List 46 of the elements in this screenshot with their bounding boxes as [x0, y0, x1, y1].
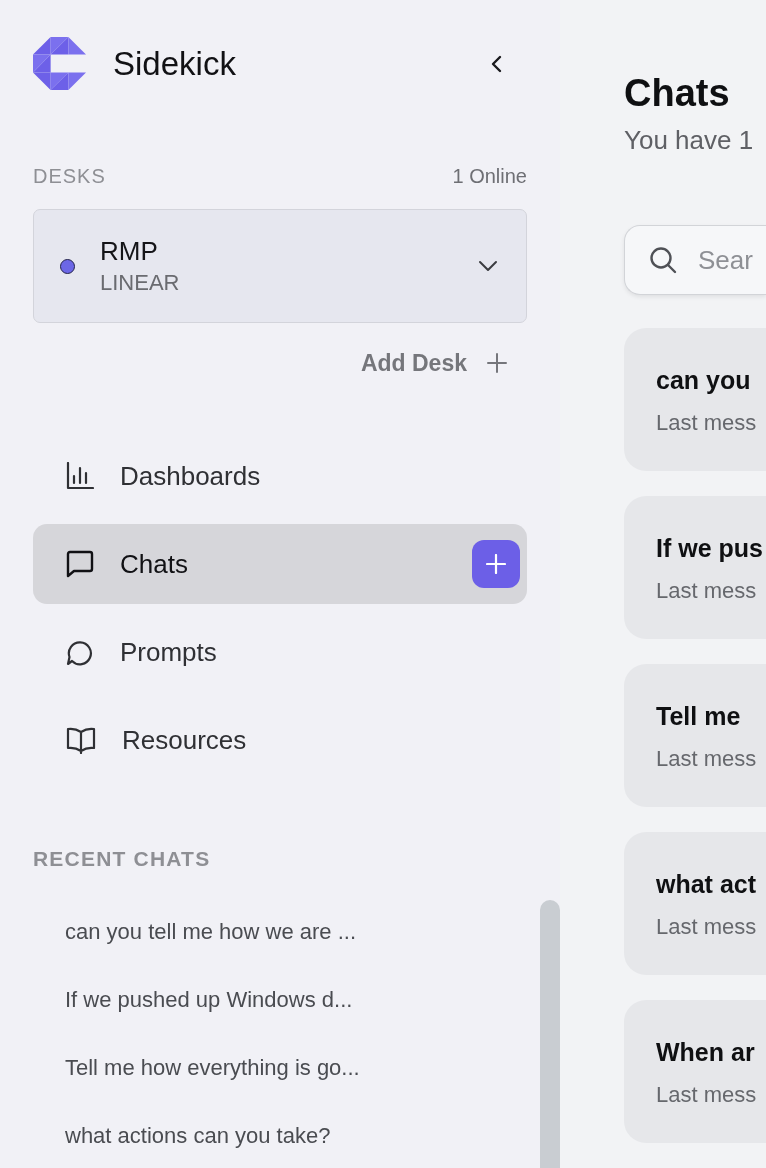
chevron-left-icon	[490, 53, 504, 74]
nav-item[interactable]: Dashboards	[33, 436, 527, 516]
section-heading: RECENT CHATS	[33, 847, 212, 871]
chat-preview: Last mess	[656, 1081, 758, 1109]
chat-title: If we pus	[656, 533, 764, 563]
chat-title: Tell me	[656, 701, 742, 731]
search-icon	[649, 246, 677, 274]
chat-bubble-icon	[66, 550, 94, 578]
chat-title: can you	[656, 365, 752, 395]
search-field[interactable]: Sear	[624, 225, 766, 295]
chat-title: When ar	[656, 1037, 756, 1067]
chat-preview: Last mess	[656, 577, 758, 605]
desk-subtitle: LINEAR	[100, 269, 180, 297]
chat-title: what act	[656, 869, 758, 899]
page-title: Chats	[624, 71, 731, 115]
desk-name: RMP	[100, 235, 159, 267]
logo-icon	[33, 37, 86, 90]
recent-chat-link[interactable]: what actions can you take?	[65, 1122, 331, 1150]
new-chat-button[interactable]	[472, 540, 520, 588]
page-subtitle: You have 1	[624, 124, 755, 156]
recent-chat-link[interactable]: can you tell me how we are ...	[65, 918, 357, 946]
chat-card[interactable]: If we pus Last mess	[624, 496, 766, 639]
scrollbar-thumb[interactable]	[540, 900, 560, 1168]
bar-chart-icon	[66, 462, 94, 490]
nav-item[interactable]: Resources	[33, 700, 527, 780]
chat-card[interactable]: Tell me Last mess	[624, 664, 766, 807]
chat-preview: Last mess	[656, 745, 758, 773]
chat-preview: Last mess	[656, 409, 758, 437]
chat-preview: Last mess	[656, 913, 758, 941]
chat-card[interactable]: what act Last mess	[624, 832, 766, 975]
nav-item[interactable]: Chats	[33, 524, 527, 604]
recent-chat-link[interactable]: Tell me how everything is go...	[65, 1054, 360, 1082]
speech-bubble-icon	[66, 638, 94, 666]
chat-card[interactable]: can you Last mess	[624, 328, 766, 471]
chat-card[interactable]: When ar Last mess	[624, 1000, 766, 1143]
online-count: 1 Online	[452, 164, 527, 188]
plus-icon	[487, 353, 507, 373]
brand-name: Sidekick	[113, 43, 236, 84]
add-desk-button[interactable]: Add Desk	[360, 348, 507, 378]
nav-item[interactable]: Prompts	[33, 612, 527, 692]
section-heading: DESKS	[33, 164, 106, 188]
recent-chat-link[interactable]: If we pushed up Windows d...	[65, 986, 353, 1014]
plus-icon	[486, 554, 506, 574]
book-icon	[66, 726, 96, 754]
chevron-down-icon	[478, 260, 498, 272]
desk-selector[interactable]: RMP LINEAR	[33, 209, 527, 323]
